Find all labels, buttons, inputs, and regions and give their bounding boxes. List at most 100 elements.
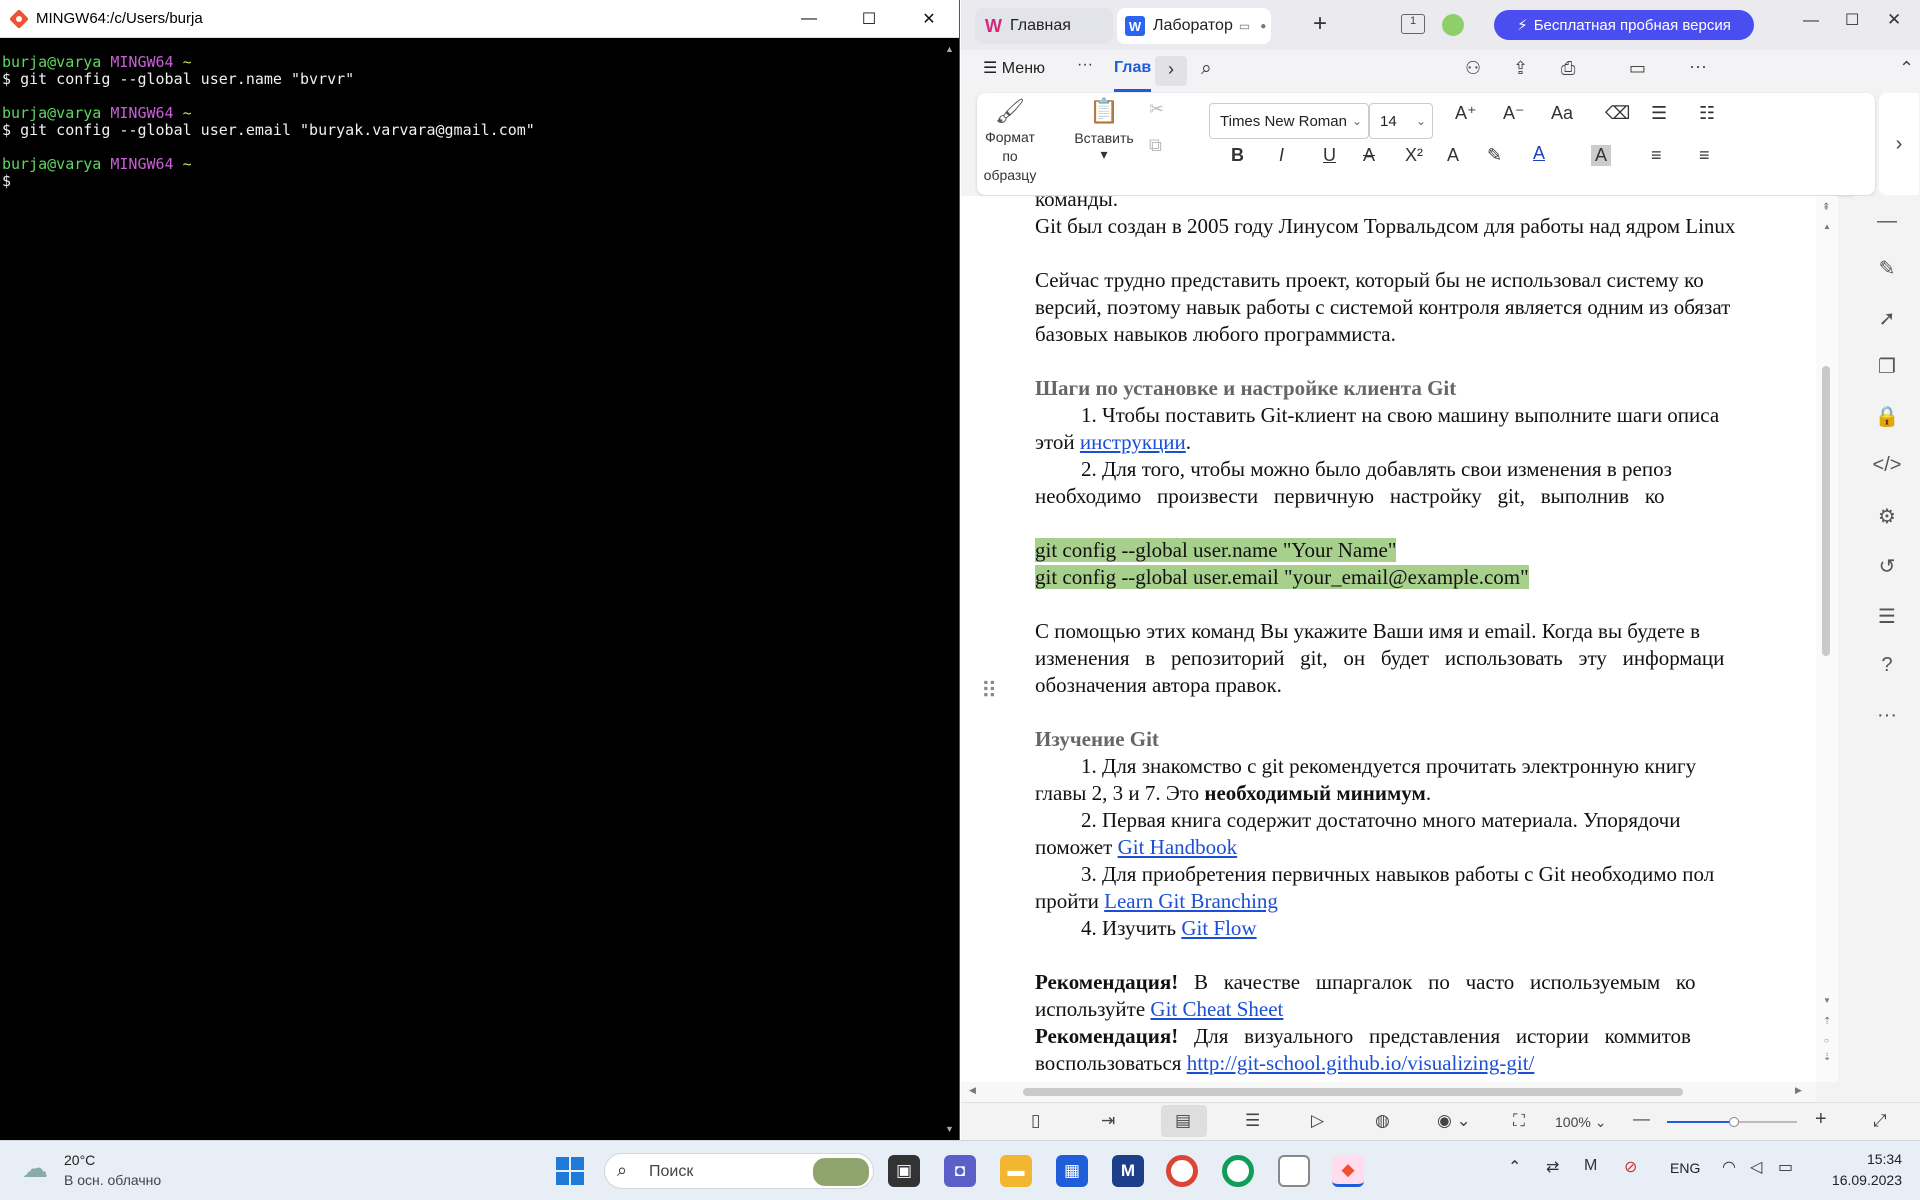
document-text[interactable]: команды. Git был создан в 2005 году Лину… [1035,196,1816,1077]
outline-view-icon[interactable]: ☰ [1245,1111,1260,1131]
link-git-handbook[interactable]: Git Handbook [1118,835,1238,859]
play-icon[interactable]: ▷ [1311,1111,1324,1131]
drag-handle-icon[interactable]: ⠿ [981,678,997,704]
share-user-icon[interactable]: ⚇ [1465,58,1481,79]
tab-home[interactable]: W Главная [975,8,1113,44]
show-hidden-icons[interactable]: ⌃ [1508,1157,1521,1177]
maximize-button[interactable]: ☐ [846,0,892,38]
git-bash-taskbar-icon[interactable]: ◆ [1332,1155,1364,1187]
zoom-slider[interactable] [1667,1117,1797,1127]
italic-icon[interactable]: I [1279,145,1284,166]
volume-icon[interactable]: ◁ [1750,1157,1762,1177]
font-color-icon[interactable]: A [1533,143,1545,164]
window-switch-icon[interactable]: 1 [1401,14,1425,34]
zoom-slider-thumb[interactable] [1729,1117,1739,1127]
clock-time[interactable]: 15:34 [1832,1151,1902,1167]
chrome-profile-icon[interactable] [1222,1155,1254,1187]
scroll-down-icon[interactable]: ▼ [945,1124,954,1134]
strikethrough-icon[interactable]: A [1363,145,1375,166]
pen-icon[interactable]: ✎ [1854,256,1920,281]
align-center-icon[interactable]: ≡ [1699,145,1710,166]
weather-temp[interactable]: 20°C [64,1152,95,1168]
task-view-icon[interactable]: ▣ [888,1155,920,1187]
chrome-icon[interactable] [1166,1155,1198,1187]
prev-page-icon[interactable]: ⇡ [1823,1016,1831,1027]
text-effect-icon[interactable]: A [1447,145,1459,166]
change-case-icon[interactable]: Aa [1551,103,1573,124]
link-git-cheat-sheet[interactable]: Git Cheat Sheet [1150,997,1283,1021]
next-page-icon[interactable]: ⇣ [1823,1052,1831,1063]
tab-document[interactable]: W Лаборатор ▭ ● [1117,8,1271,44]
document-page[interactable]: ⠿ команды. Git был создан в 2005 году Ли… [961,196,1816,1082]
history-icon[interactable]: ↺ [1854,554,1920,579]
comment-icon[interactable]: ▭ [1629,58,1646,79]
terminal-window[interactable]: MINGW64:/c/Users/burja — ☐ ✕ burja@varya… [0,0,960,1140]
font-size-select[interactable]: 14 ⌄ [1369,103,1433,139]
weather-icon[interactable]: ☁ [22,1153,48,1184]
zoom-in-icon[interactable]: + [1815,1108,1827,1131]
scroll-thumb[interactable] [1822,366,1830,656]
more-icon[interactable]: ··· [1854,704,1920,727]
file-explorer-icon[interactable]: ▬ [1000,1155,1032,1187]
link-learn-git-branching[interactable]: Learn Git Branching [1104,889,1278,913]
page-icon[interactable]: ▯ [1031,1111,1040,1131]
start-button[interactable] [554,1155,586,1187]
scroll-up-icon[interactable]: ▲ [1823,222,1831,231]
close-button[interactable]: ✕ [906,0,952,38]
char-shading-icon[interactable]: A [1591,145,1611,166]
read-mode-icon[interactable]: ⇥ [1101,1111,1115,1131]
increase-font-icon[interactable]: A⁺ [1455,103,1477,124]
collapse-icon[interactable]: — [1854,210,1920,233]
search-icon[interactable]: ⌕ [1201,58,1212,80]
collapse-ribbon-icon[interactable]: ⌃ [1899,58,1914,79]
outline-icon[interactable]: ☰ [1854,604,1920,629]
scroll-left-icon[interactable]: ◀ [969,1085,976,1096]
terminal-output[interactable]: burja@varya MINGW64 ~ $ git config --glob… [0,38,940,1140]
free-trial-button[interactable]: ⚡ Бесплатная пробная версия [1494,10,1754,40]
wps-minimize-button[interactable]: — [1803,12,1819,30]
link-instructions[interactable]: инструкции [1080,430,1186,454]
avatar[interactable] [1442,14,1464,36]
sync-icon[interactable]: ⇄ [1546,1157,1559,1177]
document-vertical-scrollbar[interactable]: ⇞ ▲ ▼ ⇡ ○ ⇣ [1816,196,1838,1082]
fullscreen-icon[interactable]: ⤢ [1873,1111,1887,1131]
weather-desc[interactable]: В осн. облачно [64,1172,161,1188]
taskbar-search[interactable]: ⌕ Поиск [604,1153,874,1189]
m-app-icon[interactable]: M [1112,1155,1144,1187]
wps-close-button[interactable]: ✕ [1887,10,1901,30]
zoom-select[interactable]: 100% ⌄ [1555,1114,1606,1131]
minimize-button[interactable]: — [786,0,832,38]
language-indicator[interactable]: ENG [1670,1160,1700,1176]
export-icon[interactable]: ⎙ [1561,58,1575,79]
font-name-select[interactable]: Times New Roman ⌄ [1209,103,1369,139]
decrease-font-icon[interactable]: A⁻ [1503,103,1525,124]
highlight-icon[interactable]: ✎ [1487,145,1502,166]
battery-icon[interactable]: ▭ [1778,1157,1793,1177]
link-git-flow[interactable]: Git Flow [1181,916,1256,940]
terminal-scrollbar[interactable]: ▲ ▼ [942,38,959,1140]
select-icon[interactable]: ➚ [1854,306,1920,331]
tab-home-ribbon[interactable]: Глав [1114,50,1152,92]
scroll-right-icon[interactable]: ▶ [1795,1085,1802,1096]
ribbon-scroll-right-button[interactable]: › [1879,93,1919,195]
scroll-up-icon[interactable]: ▲ [945,44,954,54]
store-icon[interactable]: ▦ [1056,1155,1088,1187]
share-icon[interactable]: ⇪ [1513,58,1528,79]
copy-doc-icon[interactable]: ❐ [1854,354,1920,379]
scroll-down-icon[interactable]: ▼ [1823,996,1831,1005]
cut-icon[interactable]: ✂ [1149,99,1164,120]
ruler-toggle-icon[interactable]: ⇞ [1822,202,1830,213]
copy-icon[interactable]: ⧉ [1149,135,1162,156]
tray-m-icon[interactable]: M [1584,1157,1597,1175]
web-layout-icon[interactable]: ◍ [1375,1111,1390,1131]
menu-button[interactable]: ☰ Меню [983,58,1045,78]
wifi-icon[interactable]: ◠ [1722,1157,1736,1177]
document-horizontal-scrollbar[interactable]: ◀ ▶ [961,1082,1816,1102]
new-tab-button[interactable]: + [1313,10,1327,38]
help-icon[interactable]: ? [1854,654,1920,677]
network-blocked-icon[interactable]: ⊘ [1624,1157,1637,1177]
teams-icon[interactable]: ◘ [944,1155,976,1187]
notepad-icon[interactable] [1278,1155,1310,1187]
chevron-right-icon[interactable]: › [1155,56,1187,86]
lock-icon[interactable]: 🔒 [1854,404,1920,429]
